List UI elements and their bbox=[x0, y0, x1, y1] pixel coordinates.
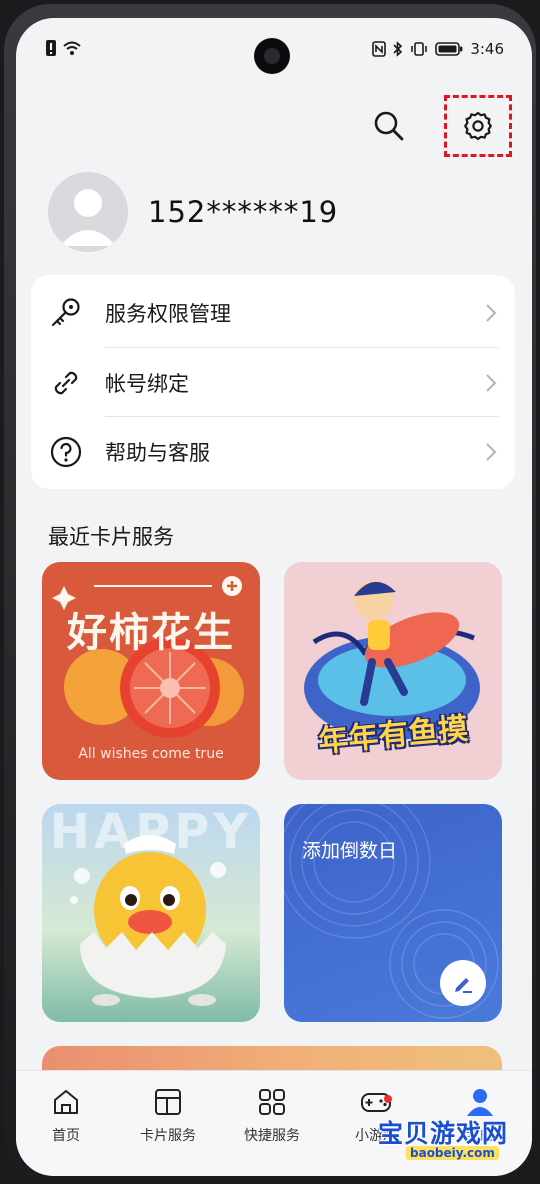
screen: 3:46 152******19 服务权限管理 帐号绑定 帮助与客服 最近卡片服… bbox=[16, 18, 532, 1176]
card-happy-chick[interactable]: HAPPY bbox=[42, 804, 260, 1022]
phone-frame: 3:46 152******19 服务权限管理 帐号绑定 帮助与客服 最近卡片服… bbox=[4, 4, 536, 1180]
search-button[interactable] bbox=[372, 109, 406, 143]
status-left bbox=[46, 40, 82, 56]
account-menu-card: 服务权限管理 帐号绑定 帮助与客服 bbox=[31, 275, 515, 489]
menu-item-service-permissions[interactable]: 服务权限管理 bbox=[31, 278, 515, 347]
top-actions bbox=[372, 94, 512, 158]
status-bar: 3:46 bbox=[16, 18, 532, 76]
search-icon bbox=[374, 111, 404, 141]
nfc-icon bbox=[372, 41, 387, 57]
alert-icon bbox=[46, 40, 56, 56]
menu-item-label: 帮助与客服 bbox=[105, 440, 210, 465]
status-time: 3:46 bbox=[470, 40, 504, 58]
card-persimmon[interactable]: 好柿花生 All wishes come true bbox=[42, 562, 260, 780]
pencil-icon bbox=[455, 978, 472, 993]
settings-button[interactable] bbox=[444, 95, 512, 157]
default-avatar-icon bbox=[60, 189, 116, 246]
chevron-right-icon bbox=[486, 373, 497, 392]
bluetooth-icon bbox=[393, 41, 403, 57]
nav-label: 快捷服务 bbox=[244, 1128, 300, 1144]
battery-icon bbox=[435, 42, 463, 56]
notification-dot bbox=[384, 1095, 392, 1103]
nav-label: 卡片服务 bbox=[140, 1128, 196, 1144]
chevron-right-icon bbox=[486, 442, 497, 461]
vibrate-icon bbox=[411, 42, 428, 56]
wifi-icon bbox=[63, 41, 81, 55]
menu-item-help-support[interactable]: 帮助与客服 bbox=[31, 417, 515, 486]
help-icon bbox=[49, 435, 83, 469]
watermark-url: baobeiy.com bbox=[406, 1146, 499, 1160]
gear-icon bbox=[464, 111, 492, 141]
card-chick-art bbox=[70, 835, 226, 1006]
link-icon bbox=[49, 366, 83, 400]
key-icon bbox=[49, 296, 83, 330]
card-title: 好柿花生 bbox=[67, 610, 235, 656]
recent-cards-title: 最近卡片服务 bbox=[48, 525, 174, 549]
nav-label: 首页 bbox=[52, 1128, 80, 1144]
edit-countdown-button[interactable] bbox=[440, 960, 486, 1006]
account-phone-number: 152******19 bbox=[148, 195, 339, 229]
status-right: 3:46 bbox=[372, 40, 504, 58]
nav-quick-services[interactable]: 快捷服务 bbox=[220, 1085, 324, 1145]
card-title: 添加倒数日 bbox=[302, 840, 398, 862]
site-watermark: 宝贝游戏网 baobeiy.com bbox=[370, 1114, 524, 1162]
cards-icon bbox=[151, 1085, 185, 1119]
card-countdown[interactable]: 添加倒数日 bbox=[284, 804, 502, 1022]
front-camera bbox=[254, 38, 290, 74]
watermark-text: 宝贝游戏网 bbox=[378, 1119, 509, 1148]
card-fish[interactable]: 年年有鱼摸 bbox=[284, 562, 502, 780]
menu-item-label: 服务权限管理 bbox=[105, 301, 231, 326]
menu-item-label: 帐号绑定 bbox=[105, 371, 189, 396]
avatar[interactable] bbox=[48, 172, 128, 252]
grid-icon bbox=[255, 1085, 289, 1119]
profile[interactable]: 152******19 bbox=[48, 172, 338, 252]
nav-card-services[interactable]: 卡片服务 bbox=[116, 1085, 220, 1145]
chevron-right-icon bbox=[486, 303, 497, 322]
card-subtitle: All wishes come true bbox=[78, 746, 224, 762]
nav-home[interactable]: 首页 bbox=[16, 1085, 118, 1145]
home-icon bbox=[49, 1085, 83, 1119]
menu-item-account-binding[interactable]: 帐号绑定 bbox=[31, 348, 515, 417]
